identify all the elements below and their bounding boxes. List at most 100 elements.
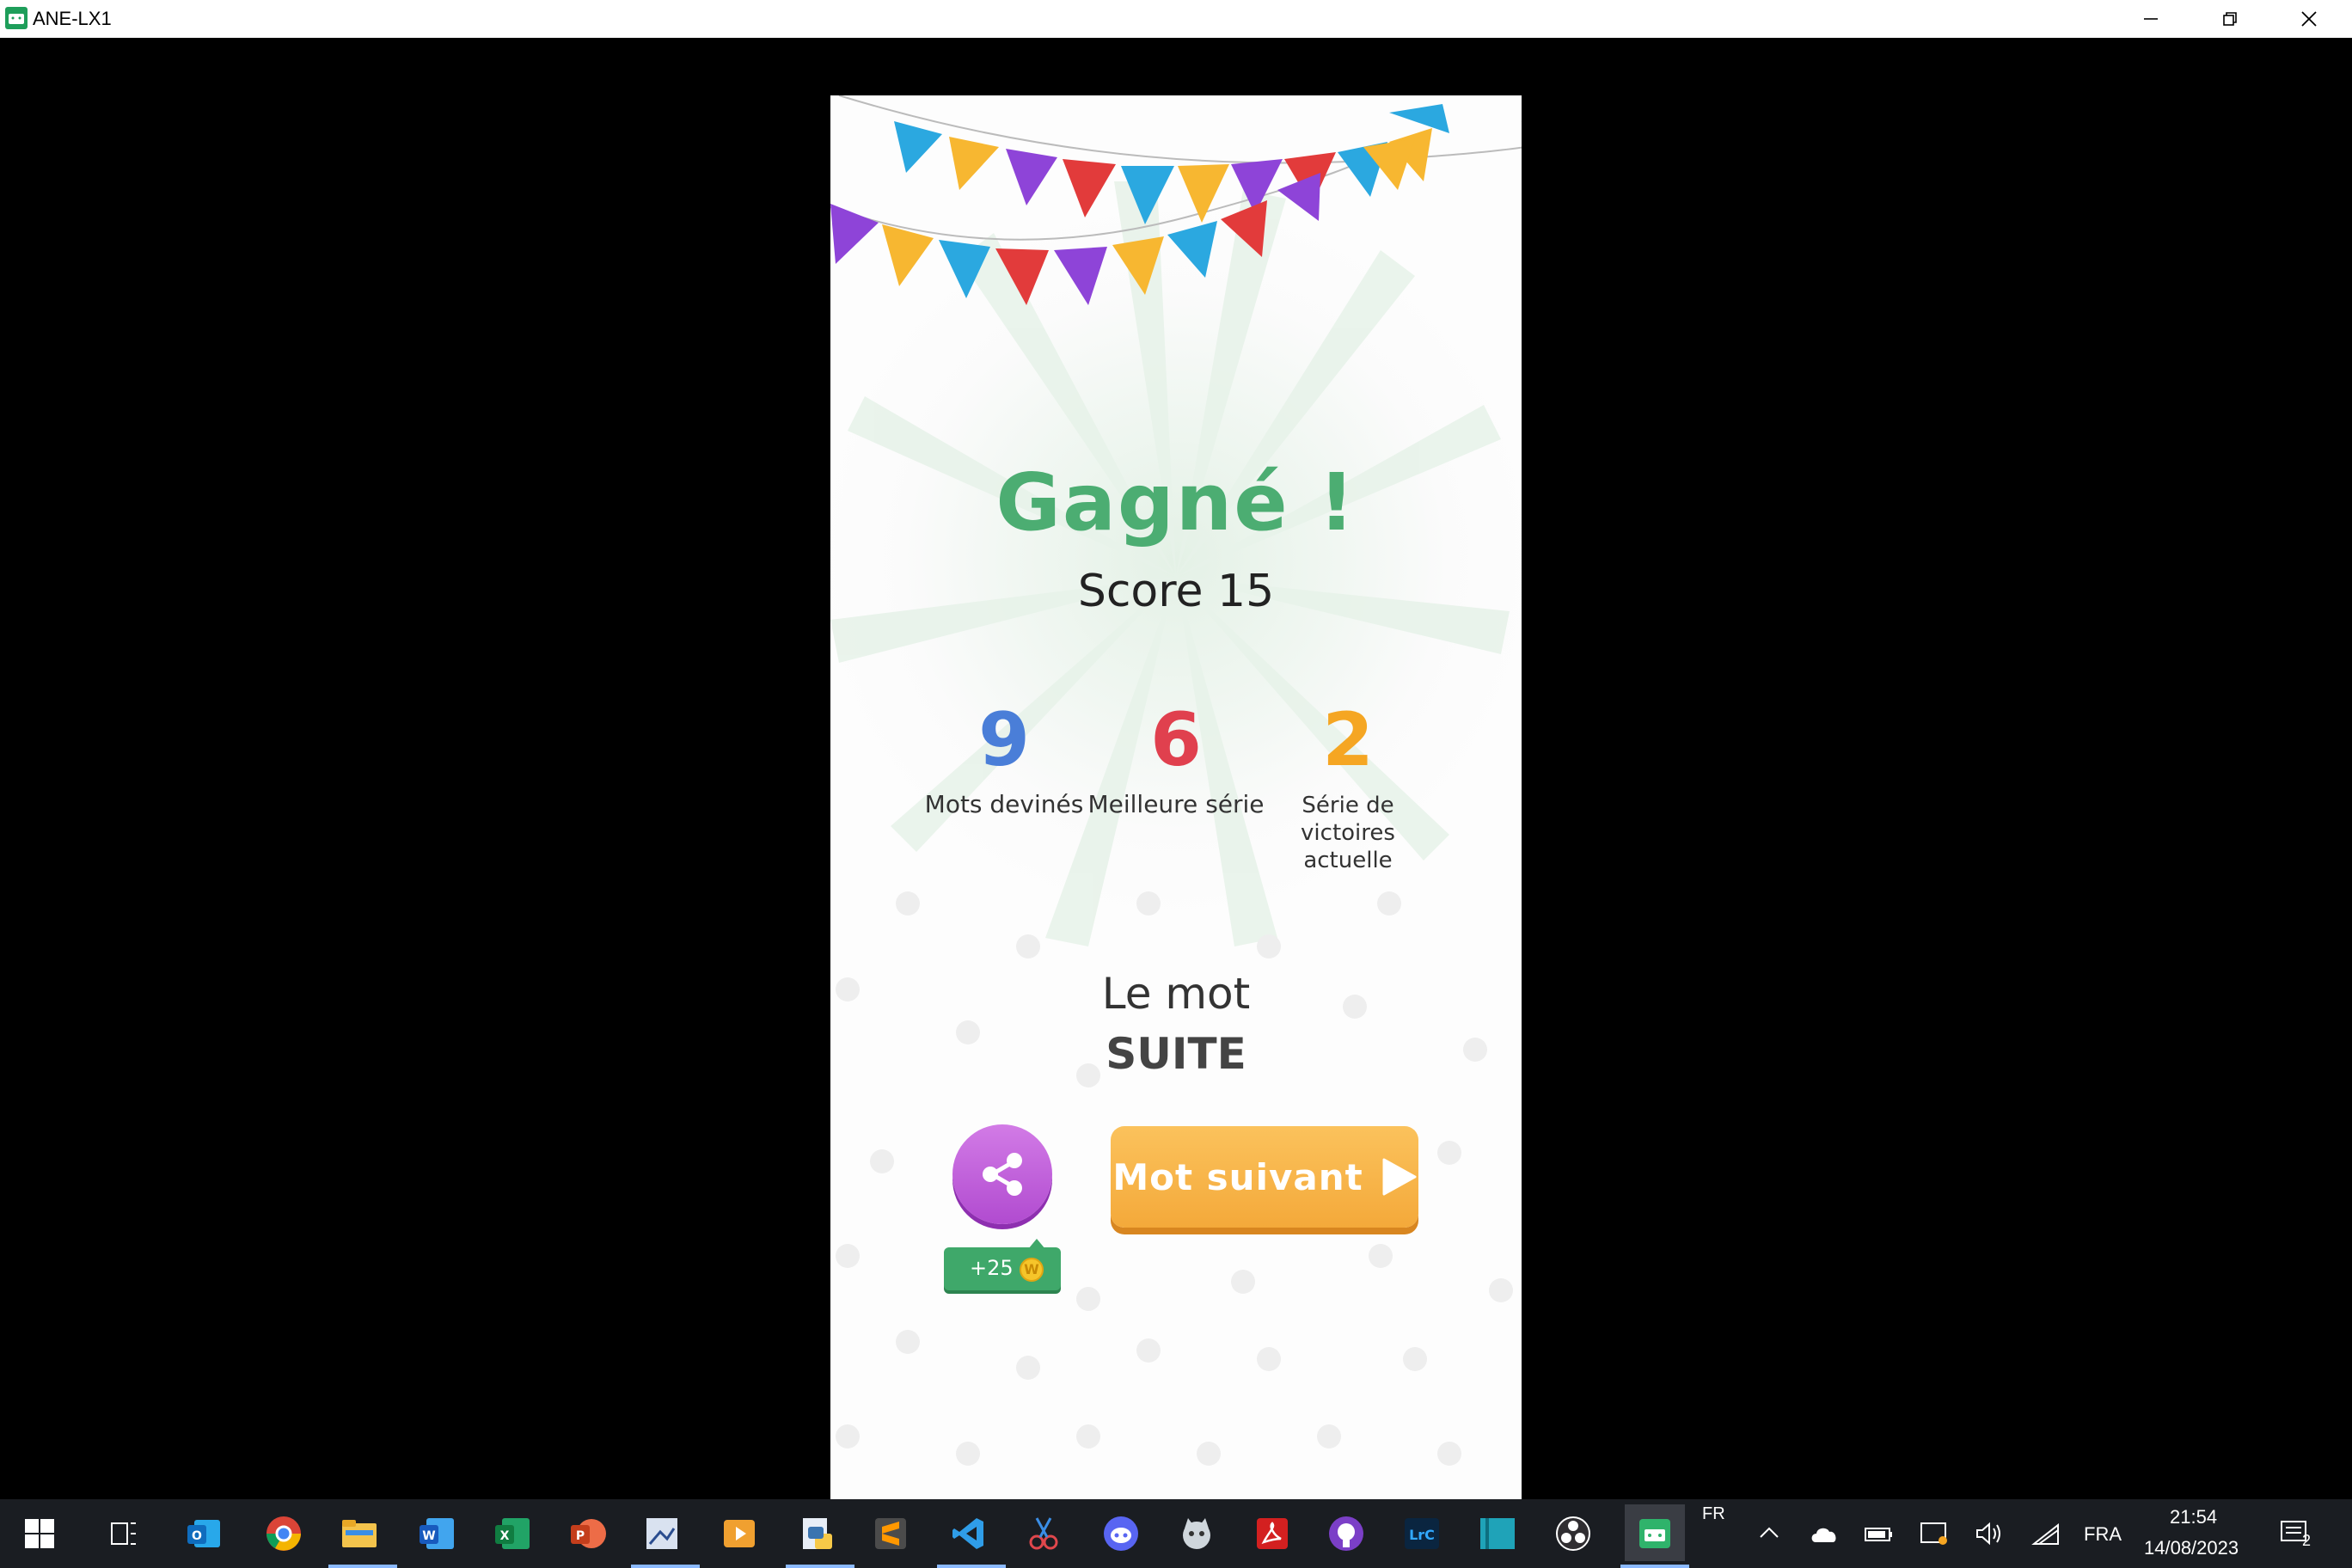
chrome-icon [266, 1516, 301, 1551]
active-app-indicator [1620, 1565, 1689, 1568]
svg-text:O: O [192, 1529, 202, 1543]
outlook-icon: O [187, 1520, 220, 1547]
display-icon [1920, 1522, 1947, 1545]
taskbar-lightroom[interactable]: LrC [1400, 1511, 1444, 1556]
window-titlebar: ANE-LX1 [0, 0, 2352, 38]
notification-center-button[interactable]: 2 [2273, 1511, 2318, 1556]
acrobat-icon [1257, 1518, 1288, 1549]
taskbar-excel[interactable]: X [490, 1511, 535, 1556]
wifi-icon [2031, 1522, 2059, 1545]
game-screen: Gagné ! Score 15 9 Mots devinés 6 Meille… [830, 95, 1522, 1499]
next-word-label: Mot suivant [1112, 1155, 1363, 1198]
taskbar-obs[interactable] [1551, 1511, 1596, 1556]
stat-label-line2: victoires actuelle [1301, 820, 1395, 873]
stat-value: 6 [1150, 697, 1202, 783]
chevron-up-icon [1760, 1527, 1779, 1538]
stat-current-win-streak: 2 Série de victoires actuelle [1253, 697, 1442, 874]
svg-text:X: X [500, 1529, 510, 1543]
android-emulator-icon [1639, 1519, 1670, 1548]
notification-count: 2 [2302, 1532, 2312, 1549]
taskbar-chrome[interactable] [261, 1511, 306, 1556]
windows-taskbar: O W X P LrC FR FRA 21:54 14/08/2023 2 [0, 1499, 2352, 1568]
taskbar-vscode[interactable] [946, 1511, 990, 1556]
taskbar-file-explorer[interactable] [337, 1511, 382, 1556]
coin-icon: W [1020, 1258, 1044, 1282]
active-app-indicator [786, 1565, 854, 1568]
play-icon [1382, 1158, 1417, 1196]
discord-icon [1104, 1516, 1138, 1551]
clock-date[interactable]: 14/08/2023 [2144, 1537, 2239, 1559]
vscode-icon [952, 1518, 983, 1549]
onedrive-tray[interactable] [1802, 1511, 1847, 1556]
stat-value: 2 [1322, 697, 1374, 783]
active-app-indicator [328, 1565, 397, 1568]
taskbar-app-tile[interactable] [1475, 1511, 1520, 1556]
github-icon [1329, 1516, 1363, 1551]
stat-best-streak: 6 Meilleure série [1081, 697, 1271, 819]
stat-label-line1: Série de [1302, 793, 1394, 818]
restore-icon [2223, 12, 2237, 26]
word-value: SUITE [1106, 1029, 1246, 1079]
obs-icon [1556, 1516, 1590, 1551]
taskbar-android-emulator[interactable] [1625, 1504, 1685, 1561]
svg-text:LrC: LrC [1409, 1527, 1435, 1543]
clock-time[interactable]: 21:54 [2170, 1506, 2217, 1528]
cloud-icon [1811, 1528, 1836, 1542]
taskbar-photo-editor[interactable] [640, 1511, 684, 1556]
language-indicator[interactable]: FR [1702, 1504, 1725, 1524]
battery-tray[interactable] [1857, 1511, 1902, 1556]
snipping-tool-icon [1029, 1517, 1058, 1550]
display-tray[interactable] [1912, 1511, 1957, 1556]
svg-text:W: W [422, 1529, 435, 1543]
restore-button[interactable] [2190, 0, 2269, 38]
battery-icon [1865, 1528, 1892, 1541]
task-view-icon [111, 1522, 136, 1545]
minimize-icon [2144, 18, 2158, 20]
word-icon: W [420, 1518, 454, 1549]
taskbar-sublime-text[interactable] [868, 1511, 913, 1556]
media-player-icon [724, 1520, 755, 1547]
taskbar-powerpoint[interactable]: P [566, 1511, 610, 1556]
taskbar-word[interactable]: W [414, 1511, 459, 1556]
task-view-button[interactable] [101, 1511, 146, 1556]
android-app-icon [5, 7, 28, 29]
close-icon [2301, 11, 2317, 27]
minimize-button[interactable] [2111, 0, 2190, 38]
taskbar-github[interactable] [1324, 1511, 1369, 1556]
volume-tray[interactable] [1967, 1511, 2012, 1556]
speaker-icon [1976, 1522, 2000, 1546]
share-button[interactable] [952, 1124, 1052, 1224]
active-app-indicator [937, 1565, 1006, 1568]
word-label: Le mot [1101, 969, 1251, 1019]
stat-words-guessed: 9 Mots devinés [910, 697, 1099, 819]
start-button[interactable] [17, 1511, 62, 1556]
show-hidden-icons-button[interactable] [1747, 1511, 1792, 1556]
share-reward-badge: +25 W [944, 1239, 1061, 1290]
taskbar-snipping-tool[interactable] [1021, 1511, 1066, 1556]
sublime-text-icon [875, 1518, 906, 1549]
start-icon [25, 1519, 54, 1548]
photo-editor-icon [646, 1518, 677, 1549]
stat-label: Mots devinés [924, 790, 1084, 818]
taskbar-acrobat[interactable] [1250, 1511, 1295, 1556]
cat-app-icon [1183, 1518, 1210, 1549]
close-button[interactable] [2269, 0, 2349, 38]
win-title: Gagné ! [995, 456, 1357, 548]
stat-label: Meilleure série [1087, 790, 1265, 818]
reward-amount: +25 [970, 1256, 1014, 1280]
active-app-indicator [631, 1565, 700, 1568]
input-language[interactable]: FRA [2084, 1523, 2122, 1546]
python-editor-icon [803, 1518, 832, 1549]
svg-text:P: P [576, 1529, 585, 1543]
score-text: Score 15 [1077, 566, 1275, 617]
taskbar-cat-app[interactable] [1174, 1511, 1219, 1556]
powerpoint-icon: P [571, 1519, 606, 1548]
app-tile-icon [1480, 1518, 1515, 1549]
share-icon [983, 1153, 1022, 1196]
next-word-button[interactable]: Mot suivant [1111, 1126, 1418, 1228]
taskbar-media-player[interactable] [717, 1511, 762, 1556]
taskbar-outlook[interactable]: O [182, 1511, 227, 1556]
taskbar-discord[interactable] [1099, 1511, 1143, 1556]
taskbar-python-editor[interactable] [794, 1511, 839, 1556]
network-tray[interactable] [2024, 1511, 2068, 1556]
